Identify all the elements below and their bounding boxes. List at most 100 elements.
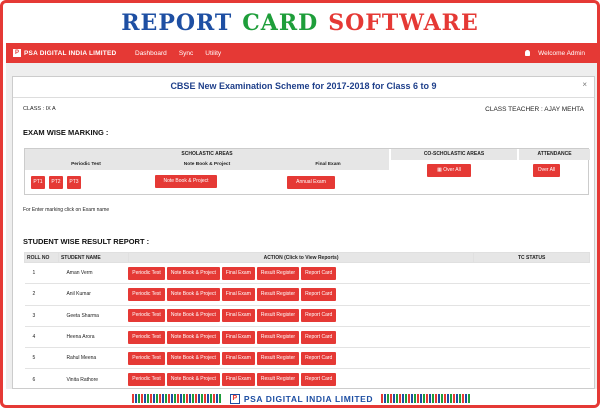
periodic-test-button[interactable]: Periodic Test xyxy=(128,266,165,280)
report-card-button[interactable]: Report Card xyxy=(301,266,337,280)
notebook-project-button[interactable]: Note Book & Project xyxy=(155,175,217,188)
col-tc-status: TC STATUS xyxy=(473,252,590,263)
result-register-button[interactable]: Result Register xyxy=(256,330,300,344)
result-register-button[interactable]: Result Register xyxy=(256,373,300,387)
periodic-test-button[interactable]: Periodic Test xyxy=(128,309,165,323)
student-result-heading: STUDENT WISE RESULT REPORT : xyxy=(23,237,150,246)
result-rows: 1 Aman Verm Periodic Test Note Book & Proje… xyxy=(24,262,590,391)
periodic-test-button[interactable]: Periodic Test xyxy=(128,373,165,387)
final-exam-button[interactable]: Final Exam xyxy=(221,266,255,280)
notebook-project-button[interactable]: Note Book & Project xyxy=(166,330,220,344)
user-area: Welcome Admin xyxy=(525,50,585,57)
brand-logo[interactable]: P PSA DIGITAL INDIA LIMITED xyxy=(13,49,123,57)
tc-status xyxy=(473,262,590,285)
modal-title: CBSE New Examination Scheme for 2017-201… xyxy=(170,81,437,91)
tc-status xyxy=(473,368,590,391)
nav-utility[interactable]: Utility xyxy=(205,50,221,57)
student-name: Vinita Rathore xyxy=(58,368,129,391)
tc-status xyxy=(473,326,590,349)
student-name: Heena Arora xyxy=(58,326,129,349)
result-register-button[interactable]: Result Register xyxy=(256,309,300,323)
pt2-button[interactable]: PT2 xyxy=(49,176,63,189)
result-register-button[interactable]: Result Register xyxy=(256,351,300,365)
notebook-project-button[interactable]: Note Book & Project xyxy=(166,309,220,323)
nav-dashboard[interactable]: Dashboard xyxy=(135,50,167,57)
periodic-test-button[interactable]: Periodic Test xyxy=(128,351,165,365)
result-register-button[interactable]: Result Register xyxy=(256,266,300,280)
action-group: Periodic Test Note Book & Project Final Ex… xyxy=(128,351,474,365)
banner-word-report: REPORT xyxy=(121,9,233,36)
row-actions: Periodic Test Note Book & Project Final Ex… xyxy=(128,262,474,285)
table-header-row: ROLL NO STUDENT NAME ACTION (Click to Vi… xyxy=(24,252,590,263)
final-exam-button[interactable]: Final Exam xyxy=(221,351,255,365)
notebook-project-button[interactable]: Note Book & Project xyxy=(166,351,220,365)
app-window: REPORT CARD SOFTWARE P PSA DIGITAL INDIA… xyxy=(0,0,600,408)
periodic-test-button[interactable]: Periodic Test xyxy=(128,330,165,344)
final-exam-button[interactable]: Final Exam xyxy=(221,287,255,301)
banner-word-software: SOFTWARE xyxy=(328,9,479,36)
close-icon[interactable]: × xyxy=(582,80,587,89)
report-card-button[interactable]: Report Card xyxy=(301,373,337,387)
table-row: 5 Rahul Meena Periodic Test Note Book & Pro… xyxy=(24,347,590,370)
welcome-user[interactable]: Welcome Admin xyxy=(538,50,585,57)
action-group: Periodic Test Note Book & Project Final Ex… xyxy=(128,373,474,387)
student-name: Anil Kumar xyxy=(58,283,129,306)
final-exam-header: Final Exam xyxy=(267,160,389,170)
nav-sync[interactable]: Sync xyxy=(179,50,193,57)
final-exam-button[interactable]: Final Exam xyxy=(221,330,255,344)
table-row: 4 Heena Arora Periodic Test Note Book & Pro… xyxy=(24,326,590,349)
software-banner: REPORT CARD SOFTWARE xyxy=(3,3,597,42)
scholastic-header: SCHOLASTIC AREAS xyxy=(25,149,389,160)
notification-icon[interactable] xyxy=(525,50,531,56)
row-actions: Periodic Test Note Book & Project Final Ex… xyxy=(128,326,474,349)
row-actions: Periodic Test Note Book & Project Final Ex… xyxy=(128,283,474,306)
brand-name: PSA DIGITAL INDIA LIMITED xyxy=(24,49,117,57)
result-register-button[interactable]: Result Register xyxy=(256,287,300,301)
notebook-project-button[interactable]: Note Book & Project xyxy=(166,373,220,387)
footer-logo-icon: P xyxy=(229,393,240,404)
pt3-button[interactable]: PT3 xyxy=(67,176,81,189)
periodic-test-button[interactable]: Periodic Test xyxy=(128,287,165,301)
final-exam-button[interactable]: Final Exam xyxy=(221,373,255,387)
attendance-overall-button[interactable]: Over All xyxy=(533,164,560,177)
roll-no: 1 xyxy=(24,262,59,285)
footer-logo: P PSA DIGITAL INDIA LIMITED xyxy=(229,393,374,404)
notebook-header: Note Book & Project xyxy=(147,160,267,170)
report-card-button[interactable]: Report Card xyxy=(301,287,337,301)
pt1-button[interactable]: PT1 xyxy=(31,176,45,189)
table-row: 2 Anil Kumar Periodic Test Note Book & Proj… xyxy=(24,283,590,306)
notebook-project-button[interactable]: Note Book & Project xyxy=(166,266,220,280)
brand-logo-icon: P xyxy=(13,49,21,57)
report-card-button[interactable]: Report Card xyxy=(301,330,337,344)
action-group: Periodic Test Note Book & Project Final Ex… xyxy=(128,330,474,344)
co-scholastic-overall-button[interactable]: ▦ Over All xyxy=(427,164,471,177)
col-student-name: STUDENT NAME xyxy=(57,252,129,263)
student-name: Rahul Meena xyxy=(58,347,129,370)
tc-status xyxy=(473,283,590,306)
class-label: CLASS : IX A xyxy=(23,106,56,112)
co-scholastic-header: CO-SCHOLASTIC AREAS xyxy=(391,149,517,160)
table-row: 3 Geeta Sharma Periodic Test Note Book & Pr… xyxy=(24,305,590,327)
table-row: 6 Vinita Rathore Periodic Test Note Book & … xyxy=(24,368,590,391)
footer-brand-name: PSA DIGITAL INDIA LIMITED xyxy=(243,393,374,404)
col-action: ACTION (Click to View Reports) xyxy=(127,252,475,263)
annual-exam-button[interactable]: Annual Exam xyxy=(287,176,335,189)
tc-status xyxy=(473,305,590,327)
roll-no: 3 xyxy=(24,305,59,327)
roll-no: 6 xyxy=(24,368,59,391)
periodic-test-header: Periodic Test xyxy=(25,160,147,170)
tc-status xyxy=(473,347,590,370)
action-group: Periodic Test Note Book & Project Final Ex… xyxy=(128,309,474,323)
footer-stripes-right xyxy=(381,394,472,403)
attendance-header: ATTENDANCE xyxy=(519,149,590,160)
top-navbar: P PSA DIGITAL INDIA LIMITED Dashboard Sy… xyxy=(6,43,597,63)
notebook-project-button[interactable]: Note Book & Project xyxy=(166,287,220,301)
final-exam-button[interactable]: Final Exam xyxy=(221,309,255,323)
roll-no: 5 xyxy=(24,347,59,370)
row-actions: Periodic Test Note Book & Project Final Ex… xyxy=(128,347,474,370)
report-card-button[interactable]: Report Card xyxy=(301,351,337,365)
footer-brand: P PSA DIGITAL INDIA LIMITED xyxy=(6,389,597,405)
action-group: Periodic Test Note Book & Project Final Ex… xyxy=(128,266,474,280)
exam-marking-panel: SCHOLASTIC AREAS CO-SCHOLASTIC AREAS ATT… xyxy=(24,148,590,195)
report-card-button[interactable]: Report Card xyxy=(301,309,337,323)
